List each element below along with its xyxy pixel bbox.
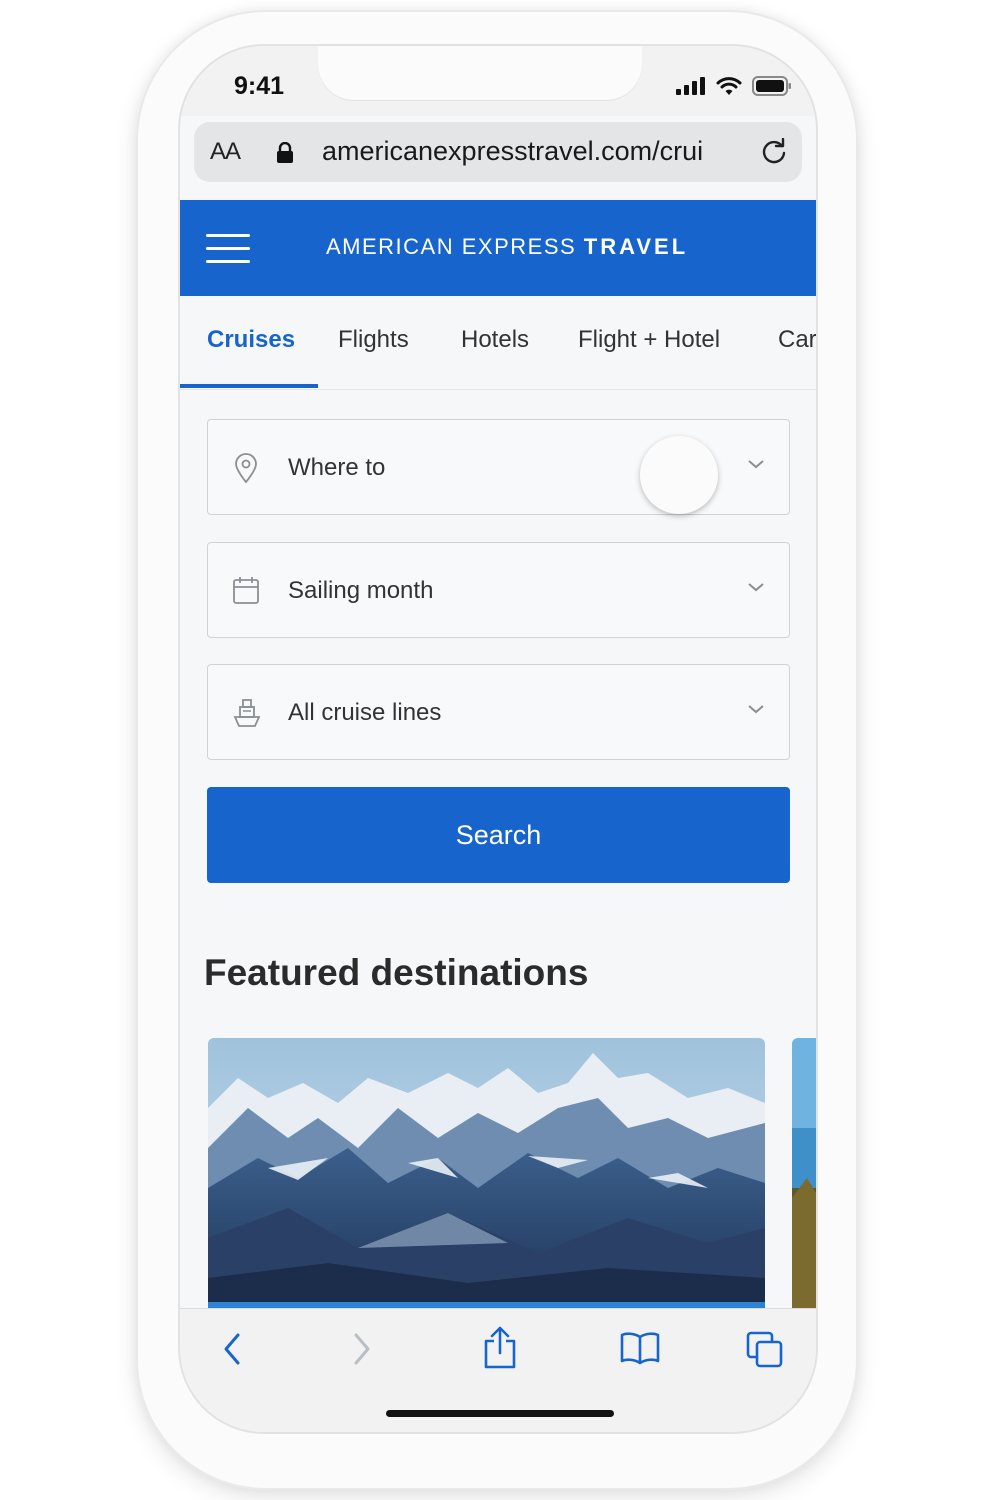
tab-cruises[interactable]: Cruises — [207, 326, 295, 354]
calendar-icon — [233, 577, 259, 604]
back-icon[interactable] — [220, 1331, 244, 1367]
notch — [318, 46, 642, 100]
signal-icon — [676, 77, 705, 95]
beach-image — [792, 1038, 816, 1308]
status-icons — [676, 76, 792, 96]
phone-screen: 9:41 AA americanexpresstravel.com/crui A… — [180, 46, 816, 1432]
search-button[interactable]: Search — [207, 787, 790, 883]
active-tab-indicator — [180, 384, 318, 388]
tab-car[interactable]: Car — [778, 326, 816, 354]
tab-flight-hotel[interactable]: Flight + Hotel — [578, 326, 720, 354]
destination-card[interactable] — [792, 1038, 816, 1308]
forward-icon[interactable] — [350, 1331, 374, 1367]
wifi-icon — [716, 77, 742, 95]
status-time: 9:41 — [234, 72, 285, 100]
cruise-line-select[interactable]: All cruise lines — [207, 664, 790, 760]
destination-card[interactable] — [208, 1038, 765, 1308]
status-bar: 9:41 — [180, 46, 816, 116]
location-pin-icon — [235, 453, 257, 484]
touch-indicator — [640, 436, 718, 514]
tab-hotels[interactable]: Hotels — [461, 326, 529, 354]
tab-flights[interactable]: Flights — [338, 326, 409, 354]
chevron-down-icon — [748, 460, 764, 469]
site-header: AMERICAN EXPRESS TRAVEL — [180, 200, 816, 296]
mountain-image — [208, 1038, 765, 1308]
brand-logo[interactable]: AMERICAN EXPRESS TRAVEL — [326, 234, 688, 260]
chevron-down-icon — [748, 705, 764, 714]
url-text[interactable]: americanexpresstravel.com/crui — [322, 136, 742, 167]
lock-icon — [277, 142, 293, 163]
bookmarks-icon[interactable] — [620, 1331, 660, 1365]
address-bar[interactable]: AA americanexpresstravel.com/crui — [194, 122, 802, 182]
home-indicator[interactable] — [386, 1410, 614, 1417]
battery-icon — [752, 76, 791, 96]
chevron-down-icon — [748, 583, 764, 592]
text-size-button[interactable]: AA — [210, 138, 241, 166]
tabs-icon[interactable] — [746, 1331, 784, 1369]
menu-icon[interactable] — [206, 234, 250, 264]
reload-icon[interactable] — [760, 138, 788, 166]
destination-label: Where to — [288, 454, 386, 481]
sailing-month-select[interactable]: Sailing month — [207, 542, 790, 638]
product-tabs: Cruises Flights Hotels Flight + Hotel Ca… — [180, 296, 816, 390]
brand-name-bold: TRAVEL — [583, 234, 689, 259]
sailing-month-label: Sailing month — [288, 577, 434, 604]
ship-icon — [233, 699, 261, 727]
featured-destinations-title: Featured destinations — [204, 952, 589, 993]
share-icon[interactable] — [482, 1325, 518, 1369]
brand-name: AMERICAN EXPRESS — [326, 234, 577, 259]
cruise-line-label: All cruise lines — [288, 699, 442, 726]
